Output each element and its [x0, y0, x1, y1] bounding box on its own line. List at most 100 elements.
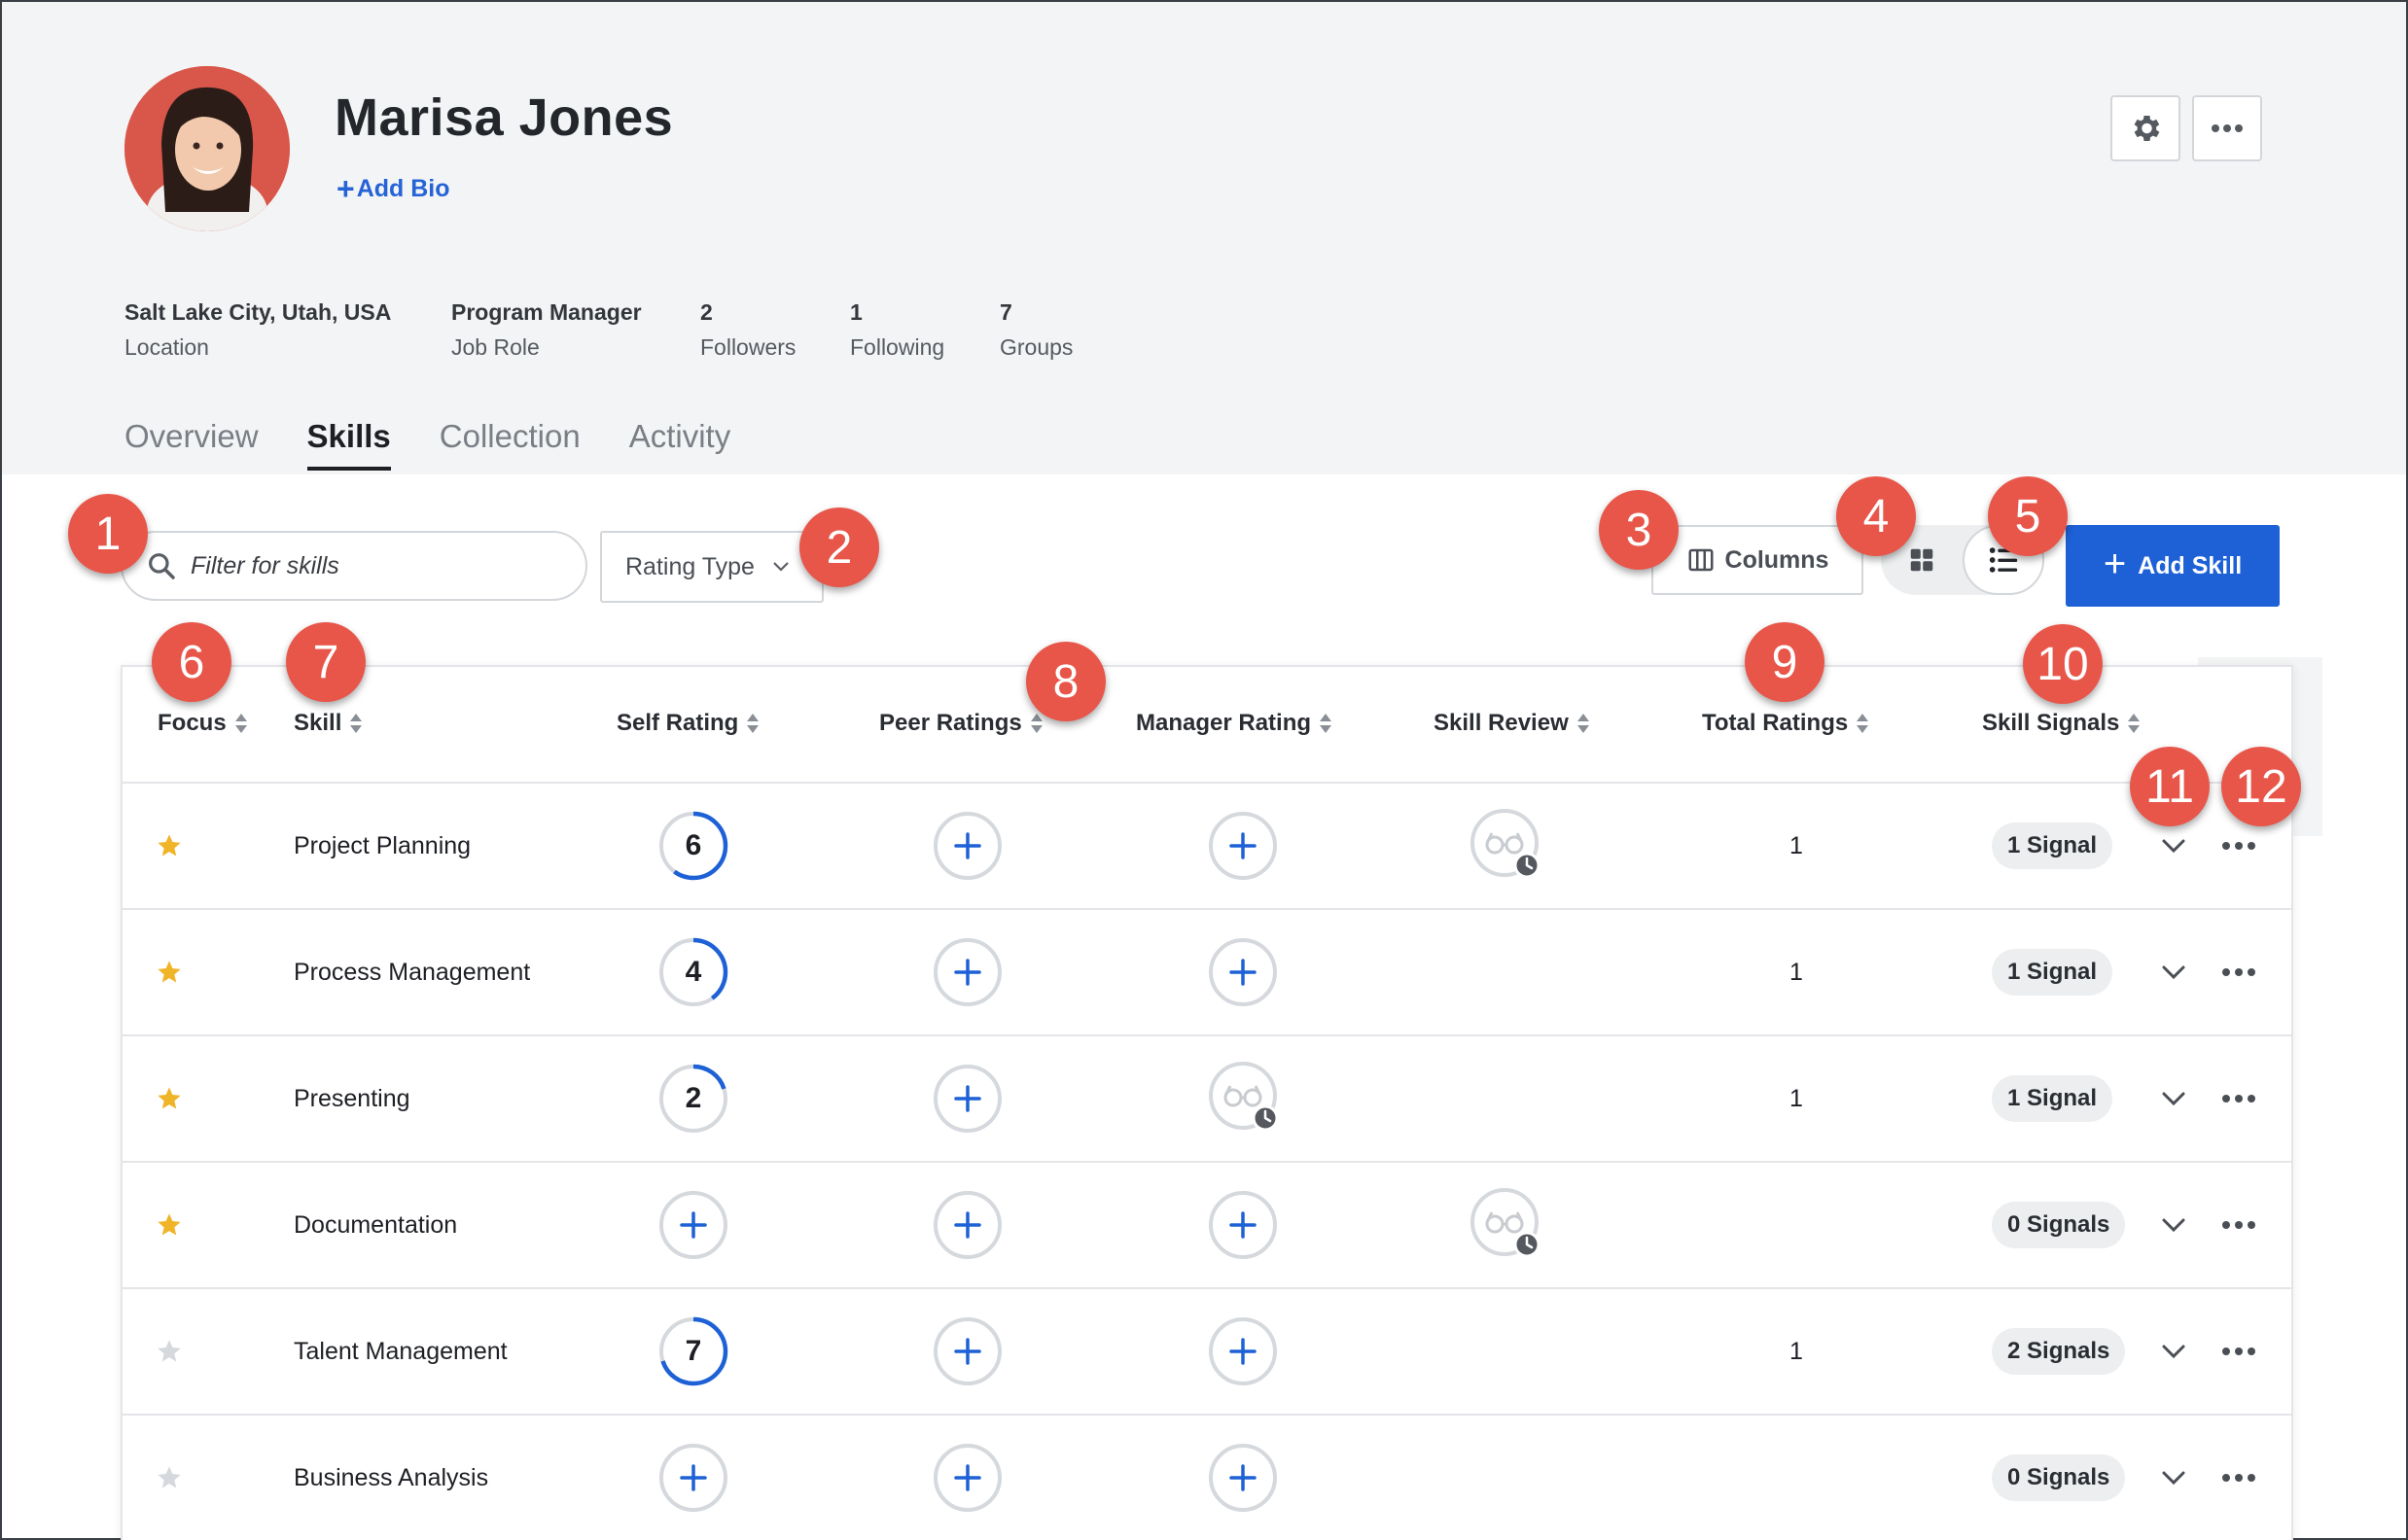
skill-review-pending[interactable]: [1469, 784, 1546, 908]
focus-cell[interactable]: [156, 1036, 183, 1161]
add-manager-rating-button[interactable]: [1207, 1163, 1279, 1287]
add-skill-button[interactable]: + Add Skill: [2066, 525, 2280, 607]
column-header-label: Focus: [158, 710, 227, 736]
tab-collection[interactable]: Collection: [440, 418, 581, 471]
focus-cell[interactable]: [156, 910, 183, 1034]
stat-groups[interactable]: 7 Groups: [1000, 299, 1073, 361]
focus-cell[interactable]: [156, 1416, 183, 1540]
column-header-skill-signals[interactable]: Skill Signals: [1982, 710, 2141, 737]
filter-skills-input[interactable]: [191, 551, 560, 580]
expand-row-button[interactable]: [2159, 1289, 2188, 1414]
sort-icon: [234, 714, 247, 733]
self-rating-value: 7: [686, 1335, 702, 1367]
callout-badge: 3: [1599, 490, 1679, 570]
skill-signals-cell[interactable]: 1 Signal: [1992, 784, 2113, 908]
focus-star-icon[interactable]: [156, 832, 183, 859]
column-header-skill-review[interactable]: Skill Review: [1434, 710, 1590, 737]
expand-row-button[interactable]: [2159, 1036, 2188, 1161]
skill-name[interactable]: Business Analysis: [294, 1416, 488, 1540]
stat-following[interactable]: 1 Following: [850, 299, 944, 361]
column-header-label: Self Rating: [617, 710, 739, 736]
skill-review-pending[interactable]: [1469, 1163, 1546, 1287]
expand-row-button[interactable]: [2159, 1163, 2188, 1287]
focus-star-icon[interactable]: [156, 959, 183, 986]
row-more-button[interactable]: [2221, 1163, 2256, 1287]
expand-row-button[interactable]: [2159, 910, 2188, 1034]
self-rating-cell[interactable]: 4: [657, 910, 729, 1034]
more-options-button[interactable]: [2192, 95, 2262, 161]
add-skill-label: Add Skill: [2138, 551, 2243, 579]
expand-row-button[interactable]: [2159, 1416, 2188, 1540]
skill-filter[interactable]: [121, 531, 587, 601]
focus-cell[interactable]: [156, 784, 183, 908]
columns-button[interactable]: Columns: [1651, 525, 1863, 595]
column-header-skill[interactable]: Skill: [294, 710, 363, 737]
add-peer-rating-button[interactable]: [932, 1163, 1004, 1287]
row-more-button[interactable]: [2221, 910, 2256, 1034]
stat-label: Groups: [1000, 334, 1074, 360]
focus-cell[interactable]: [156, 1163, 183, 1287]
total-ratings-value: 1: [1789, 958, 1803, 986]
column-header-total-ratings[interactable]: Total Ratings: [1702, 710, 1869, 737]
settings-button[interactable]: [2110, 95, 2180, 161]
add-manager-rating-button[interactable]: [1207, 1289, 1279, 1414]
column-header-focus[interactable]: Focus: [158, 710, 248, 737]
skill-signals-cell[interactable]: 2 Signals: [1992, 1289, 2126, 1414]
add-peer-rating-button[interactable]: [932, 910, 1004, 1034]
skill-name[interactable]: Documentation: [294, 1163, 457, 1287]
chevron-down-icon: [2162, 1218, 2185, 1233]
add-bio-link[interactable]: + Add Bio: [336, 173, 450, 204]
self-rating-cell[interactable]: 7: [657, 1289, 729, 1414]
stat-followers[interactable]: 2 Followers: [700, 299, 796, 361]
self-rating-ring: 4: [658, 937, 728, 1007]
focus-star-icon[interactable]: [156, 1338, 183, 1365]
row-more-button[interactable]: [2221, 1036, 2256, 1161]
add-manager-rating-button[interactable]: [1207, 784, 1279, 908]
tab-overview[interactable]: Overview: [124, 418, 259, 471]
rating-type-dropdown[interactable]: Rating Type: [600, 531, 824, 603]
add-manager-rating-button[interactable]: [1207, 910, 1279, 1034]
self-rating-cell[interactable]: 6: [657, 784, 729, 908]
total-ratings-value: 1: [1789, 1337, 1803, 1365]
row-more-button[interactable]: [2221, 1289, 2256, 1414]
tab-activity[interactable]: Activity: [629, 418, 731, 471]
column-header-manager-rating[interactable]: Manager Rating: [1136, 710, 1332, 737]
add-manager-rating-button[interactable]: [1207, 1416, 1279, 1540]
skill-name[interactable]: Process Management: [294, 910, 530, 1034]
stat-label: Following: [850, 334, 945, 360]
skill-name[interactable]: Presenting: [294, 1036, 410, 1161]
skill-signals-cell[interactable]: 1 Signal: [1992, 910, 2113, 1034]
row-more-button[interactable]: [2221, 1416, 2256, 1540]
skill-name[interactable]: Talent Management: [294, 1289, 508, 1414]
manager-rating-pending[interactable]: [1207, 1036, 1285, 1161]
chevron-down-icon: [2162, 1345, 2185, 1359]
focus-star-icon[interactable]: [156, 1085, 183, 1112]
add-peer-rating-button[interactable]: [932, 1036, 1004, 1161]
profile-tabs: Overview Skills Collection Activity: [124, 418, 730, 471]
focus-star-icon[interactable]: [156, 1464, 183, 1491]
skill-signals-cell[interactable]: 1 Signal: [1992, 1036, 2113, 1161]
add-bio-label: Add Bio: [356, 174, 450, 202]
add-peer-rating-button[interactable]: [932, 1416, 1004, 1540]
add-peer-rating-button[interactable]: [932, 1289, 1004, 1414]
stat-value: 7: [1000, 299, 1012, 325]
add-self-rating-button[interactable]: [657, 1416, 729, 1540]
focus-star-icon[interactable]: [156, 1211, 183, 1239]
chevron-down-icon: [2162, 1471, 2185, 1486]
add-icon: [934, 1444, 1002, 1512]
skill-signals-cell[interactable]: 0 Signals: [1992, 1416, 2126, 1540]
self-rating-cell[interactable]: 2: [657, 1036, 729, 1161]
skill-name[interactable]: Project Planning: [294, 784, 471, 908]
add-peer-rating-button[interactable]: [932, 784, 1004, 908]
sort-icon: [1320, 714, 1332, 733]
table-row: Talent Management 7 1 2 Signals: [123, 1287, 2293, 1414]
focus-cell[interactable]: [156, 1289, 183, 1414]
skill-signals-cell[interactable]: 0 Signals: [1992, 1163, 2126, 1287]
tab-skills[interactable]: Skills: [306, 418, 392, 471]
stat-value: 1: [850, 299, 863, 325]
search-icon: [149, 553, 175, 579]
column-header-self-rating[interactable]: Self Rating: [617, 710, 760, 737]
column-header-peer-ratings[interactable]: Peer Ratings: [879, 710, 1044, 737]
sort-icon: [1030, 714, 1043, 733]
add-self-rating-button[interactable]: [657, 1163, 729, 1287]
